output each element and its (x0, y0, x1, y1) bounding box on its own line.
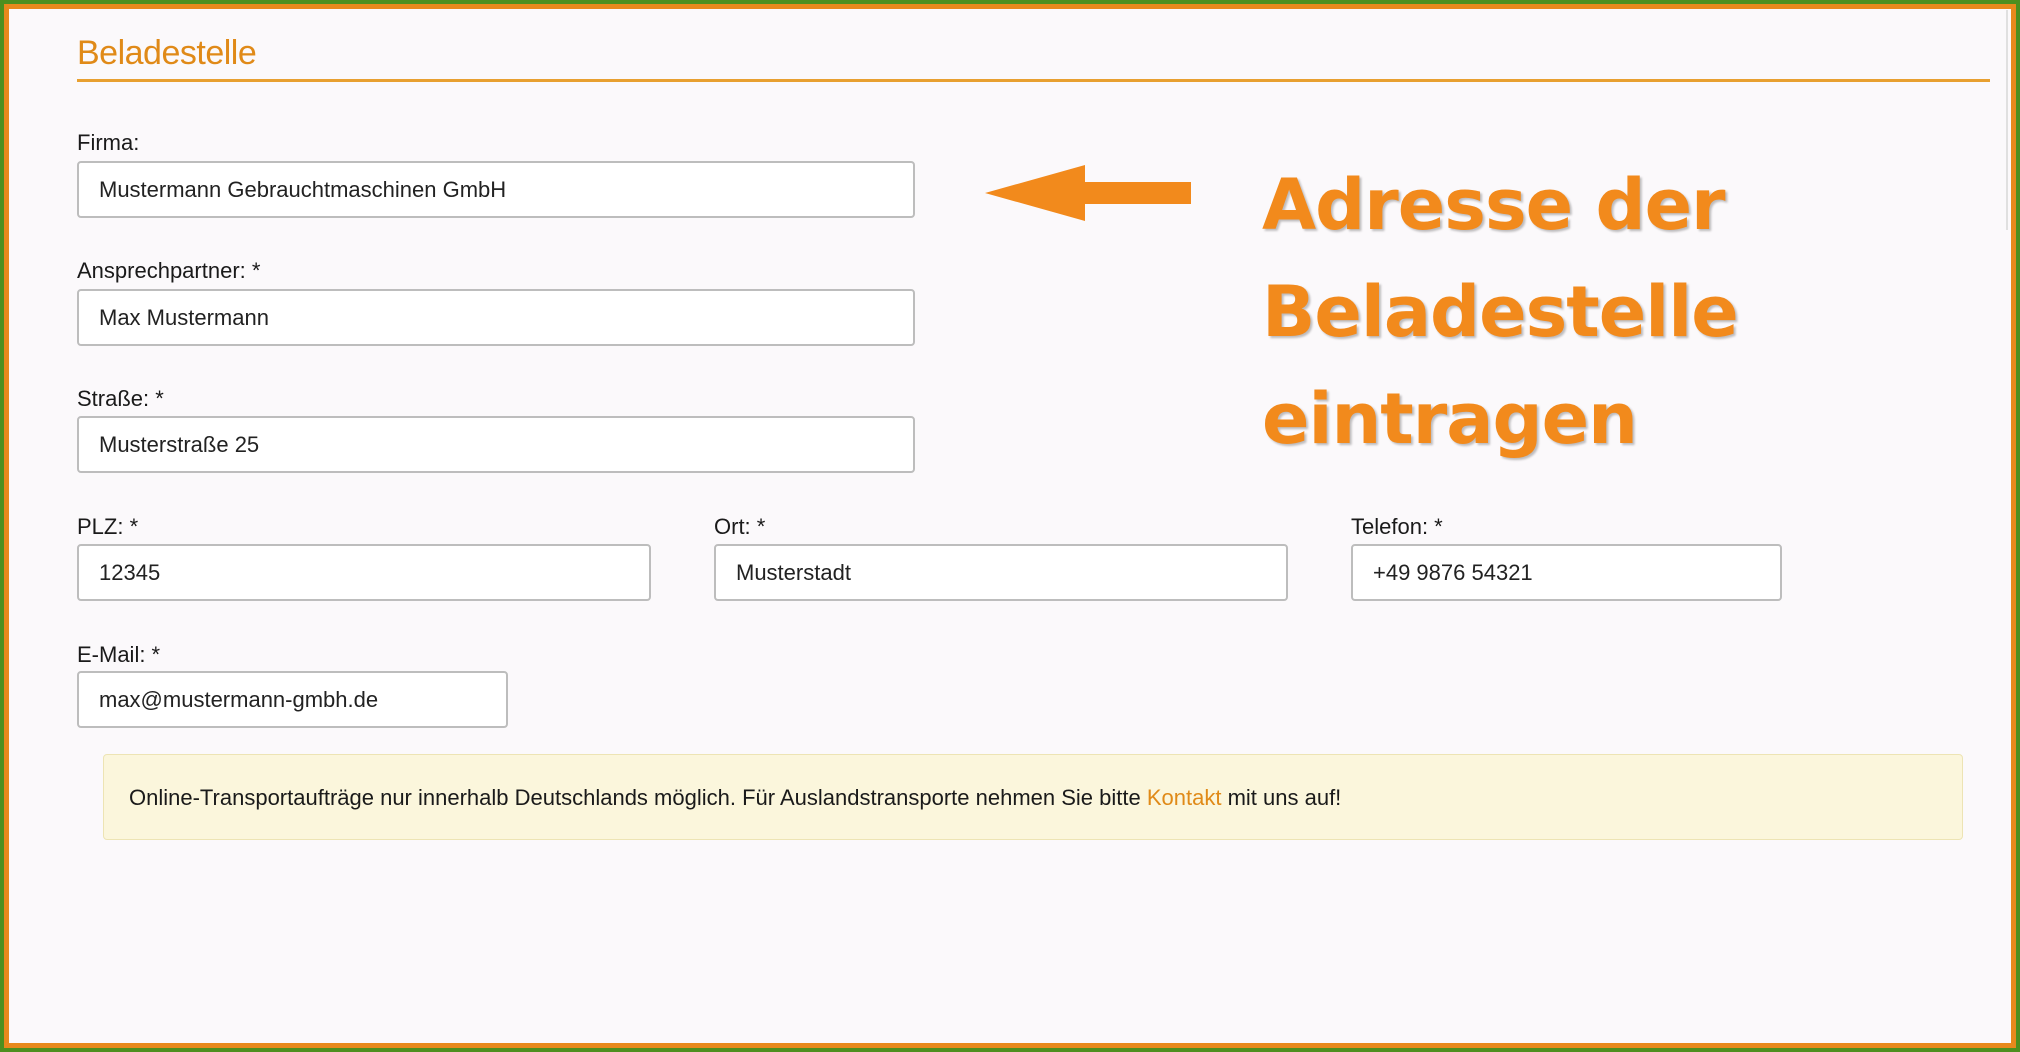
telefon-input[interactable]: +49 9876 54321 (1351, 544, 1782, 601)
ansprechpartner-label: Ansprechpartner: * (77, 258, 261, 283)
callout-line-2: Beladestelle (1262, 271, 1739, 353)
section-divider (77, 79, 1990, 82)
notice-box: Online-Transportaufträge nur innerhalb D… (103, 754, 1963, 840)
email-label: E-Mail: * (77, 642, 161, 667)
telefon-label: Telefon: * (1351, 514, 1443, 539)
email-input[interactable]: max@mustermann-gmbh.de (77, 671, 508, 728)
callout-line-1: Adresse der (1262, 164, 1726, 246)
strasse-label: Straße: * (77, 386, 164, 411)
callout-annotation: Adresse der Beladestelle eintragen (1262, 152, 1739, 473)
firma-input[interactable]: Mustermann Gebrauchtmaschinen GmbH (77, 161, 915, 218)
callout-line-3: eintragen (1262, 378, 1638, 460)
firma-label: Firma: (77, 130, 140, 155)
plz-label: PLZ: * (77, 514, 139, 539)
plz-input[interactable]: 12345 (77, 544, 651, 601)
section-title: Beladestelle (77, 34, 257, 72)
arrow-left-icon (985, 165, 1191, 221)
ort-input[interactable]: Musterstadt (714, 544, 1288, 601)
scrollbar-edge (2006, 10, 2008, 230)
ort-label: Ort: * (714, 514, 766, 539)
notice-text-end: mit uns auf! (1221, 785, 1342, 810)
strasse-input[interactable]: Musterstraße 25 (77, 416, 915, 473)
contact-link[interactable]: Kontakt (1147, 785, 1222, 810)
ansprechpartner-input[interactable]: Max Mustermann (77, 289, 915, 346)
notice-text: Online-Transportaufträge nur innerhalb D… (129, 785, 1147, 810)
